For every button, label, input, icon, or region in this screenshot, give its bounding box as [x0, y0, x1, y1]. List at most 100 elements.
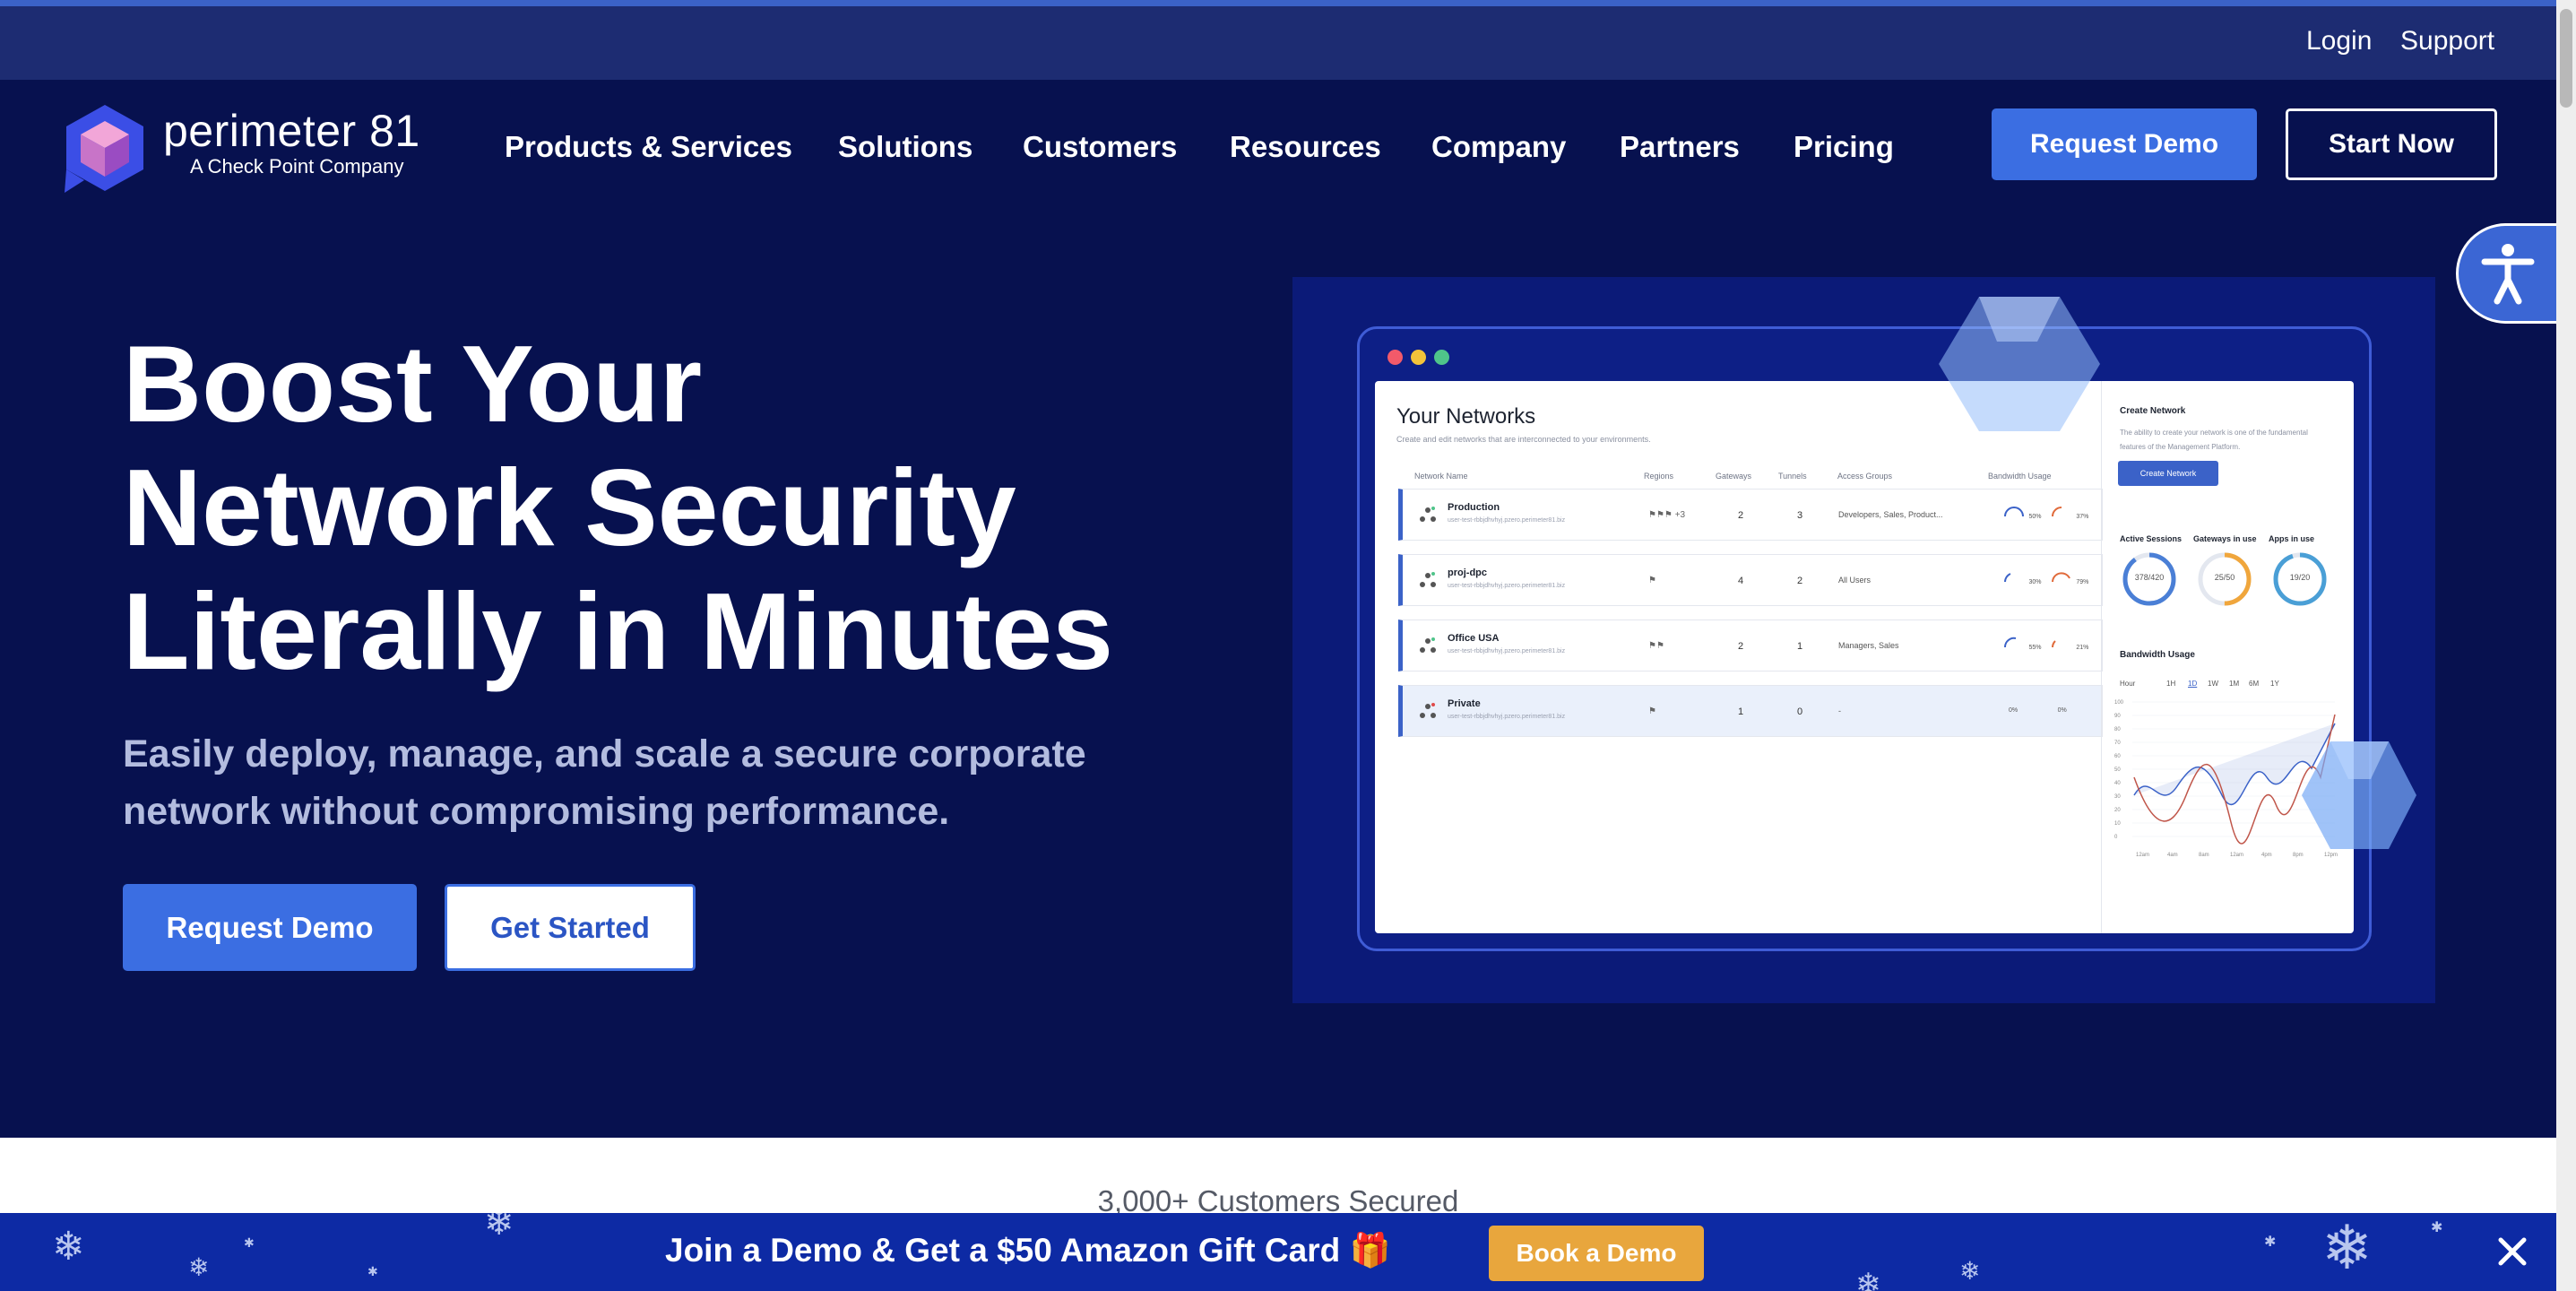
- hero-get-started-button[interactable]: Get Started: [445, 884, 696, 971]
- gauge-icon: [2051, 572, 2070, 583]
- regions-more: +3: [1674, 510, 1686, 520]
- snowflake-icon: ✱: [2264, 1233, 2277, 1250]
- promo-message: Join a Demo & Get a $50 Amazon Gift Card: [665, 1232, 1341, 1269]
- network-name: Office USA: [1448, 633, 1500, 644]
- timeframe-1d[interactable]: 1D: [2188, 680, 2197, 688]
- bandwidth-gauges: 0% 0%: [2009, 700, 2067, 716]
- network-host: user-test-rbbjdhvhyj.pzero.perimeter81.b…: [1448, 517, 1566, 524]
- network-icon: [1420, 703, 1436, 718]
- bw-upload: 0%: [2009, 707, 2018, 714]
- y-tick-label: 60: [2114, 754, 2121, 759]
- promo-banner: ❄ ❄ ✱ ✱ ❄ ❄ ❄ ✱ ❄ ✱ Join a Demo & Get a …: [0, 1213, 2556, 1291]
- network-row-proj-dpc: proj-dpc user-test-rbbjdhvhyj.pzero.peri…: [1398, 554, 2103, 606]
- snowflake-icon: ✱: [367, 1265, 378, 1279]
- nav-solutions[interactable]: Solutions: [838, 130, 972, 164]
- x-tick-label: 12am: [2136, 853, 2149, 858]
- nav-products-services[interactable]: Products & Services: [505, 130, 792, 164]
- snowflake-icon: ❄: [188, 1252, 210, 1282]
- network-host: user-test-rbbjdhvhyj.pzero.perimeter81.b…: [1448, 648, 1566, 654]
- col-regions: Regions: [1644, 472, 1674, 481]
- perimeter81-logo-icon[interactable]: [65, 103, 145, 193]
- support-link[interactable]: Support: [2400, 26, 2494, 56]
- nav-start-now-button[interactable]: Start Now: [2286, 108, 2497, 180]
- hero-request-demo-button[interactable]: Request Demo: [123, 884, 417, 971]
- bandwidth-gauges: 30% 79%: [2003, 569, 2088, 588]
- hero-title-line-3: Literally in Minutes: [123, 570, 1113, 692]
- book-demo-button[interactable]: Book a Demo: [1489, 1226, 1704, 1281]
- network-row-private: Private user-test-rbbjdhvhyj.pzero.perim…: [1398, 685, 2103, 737]
- scrollbar[interactable]: [2556, 0, 2576, 1291]
- network-name: Production: [1448, 502, 1500, 513]
- nav-pricing[interactable]: Pricing: [1794, 130, 1894, 164]
- nav-request-demo-button[interactable]: Request Demo: [1992, 108, 2257, 180]
- network-name: Private: [1448, 698, 1481, 709]
- create-network-title: Create Network: [2120, 406, 2186, 416]
- bandwidth-title: Bandwidth Usage: [2120, 650, 2195, 660]
- hero-subtitle-line-1: Easily deploy, manage, and scale a secur…: [123, 732, 1086, 775]
- snowflake-icon: ❄: [1959, 1256, 1981, 1286]
- brand-tagline: A Check Point Company: [190, 155, 404, 178]
- flag-icon: ⚑: [1648, 576, 1656, 585]
- network-host: user-test-rbbjdhvhyj.pzero.perimeter81.b…: [1448, 583, 1566, 589]
- gauge-icon: [2003, 637, 2017, 648]
- network-row-office-usa: Office USA user-test-rbbjdhvhyj.pzero.pe…: [1398, 620, 2103, 671]
- bw-download: 21%: [2076, 645, 2089, 651]
- timeframe-1m[interactable]: 1M: [2229, 680, 2239, 688]
- col-bandwidth-usage: Bandwidth Usage: [1988, 472, 2052, 481]
- hero-title: Boost Your Network Security Literally in…: [123, 322, 1198, 693]
- timeframe-select[interactable]: Hour: [2120, 680, 2135, 688]
- scrollbar-thumb[interactable]: [2560, 9, 2572, 108]
- flag-icon: ⚑: [1648, 706, 1656, 716]
- network-row-production: Production user-test-rbbjdhvhyj.pzero.pe…: [1398, 489, 2103, 541]
- timeframe-1h[interactable]: 1H: [2166, 680, 2175, 688]
- create-network-button[interactable]: Create Network: [2118, 461, 2218, 486]
- nav-partners[interactable]: Partners: [1620, 130, 1740, 164]
- snowflake-icon: ❄: [484, 1213, 514, 1243]
- x-tick-label: 4pm: [2261, 853, 2272, 858]
- promo-text: Join a Demo & Get a $50 Amazon Gift Card…: [665, 1231, 1391, 1270]
- network-host: user-test-rbbjdhvhyj.pzero.perimeter81.b…: [1448, 714, 1566, 720]
- network-regions: ⚑: [1648, 706, 1656, 716]
- snowflake-icon: ✱: [244, 1236, 255, 1251]
- timeframe-1w[interactable]: 1W: [2208, 680, 2218, 688]
- accessibility-button[interactable]: [2456, 223, 2556, 324]
- timeframe-1y[interactable]: 1Y: [2270, 680, 2279, 688]
- stat-label: Apps in use: [2269, 534, 2315, 543]
- nav-customers[interactable]: Customers: [1023, 130, 1177, 164]
- snowflake-icon: ✱: [2431, 1218, 2443, 1235]
- nav-company[interactable]: Company: [1431, 130, 1566, 164]
- customers-section: 3,000+ Customers Secured: [0, 1138, 2556, 1217]
- decorative-cube-icon: [2302, 741, 2416, 849]
- gift-icon: 🎁: [1349, 1231, 1391, 1269]
- bw-download: 79%: [2076, 579, 2089, 585]
- x-tick-label: 12am: [2230, 853, 2243, 858]
- close-icon[interactable]: [2492, 1231, 2533, 1272]
- hero-subtitle-line-2: network without compromising performance…: [123, 790, 950, 833]
- bandwidth-gauges: 55% 21%: [2003, 635, 2088, 654]
- stat-value: 25/50: [2214, 573, 2235, 582]
- gauge-icon: [2051, 507, 2062, 517]
- network-icon: [1420, 637, 1436, 653]
- stat-label: Active Sessions: [2120, 534, 2183, 543]
- network-access-groups: -: [1838, 706, 1841, 715]
- y-tick-label: 90: [2114, 714, 2121, 719]
- accessibility-icon: [2481, 244, 2534, 305]
- timeframe-6m[interactable]: 6M: [2249, 680, 2259, 688]
- flag-icon: ⚑⚑: [1648, 641, 1664, 651]
- top-accent-line: [0, 0, 2576, 6]
- nav-resources[interactable]: Resources: [1230, 130, 1381, 164]
- stat-label: Gateways in use: [2193, 534, 2257, 543]
- network-icon: [1420, 572, 1436, 587]
- snowflake-icon: ❄: [2321, 1213, 2373, 1284]
- y-tick-label: 40: [2114, 781, 2121, 786]
- stat-value: 19/20: [2289, 573, 2311, 582]
- brand-name[interactable]: perimeter 81: [163, 105, 420, 157]
- hero-subtitle: Easily deploy, manage, and scale a secur…: [123, 725, 1180, 840]
- create-network-desc: The ability to create your network is on…: [2120, 429, 2308, 451]
- network-tunnels: 3: [1797, 510, 1803, 521]
- login-link[interactable]: Login: [2306, 26, 2372, 56]
- hero-title-line-1: Boost Your: [123, 323, 703, 445]
- col-network-name: Network Name: [1414, 472, 1468, 481]
- decorative-cube-icon: [1939, 297, 2100, 431]
- bw-download: 37%: [2076, 514, 2089, 520]
